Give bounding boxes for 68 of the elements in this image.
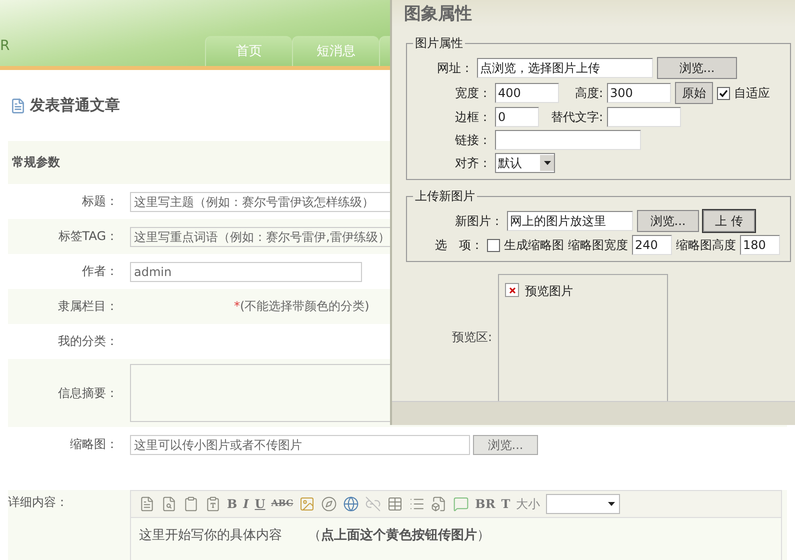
thumb-height-field[interactable]: 180 — [740, 235, 780, 255]
checkmark-icon — [719, 88, 728, 98]
field-label: 详细内容： — [8, 494, 69, 511]
browse-button[interactable]: 浏览... — [637, 210, 699, 232]
editor-content[interactable]: 这里开始写你的具体内容 （点上面这个黄色按钮传图片） — [131, 518, 781, 560]
align-select[interactable]: 默认 — [495, 153, 555, 173]
field-label: 隶属栏目： — [57, 298, 119, 315]
table-icon[interactable] — [387, 496, 404, 512]
original-size-button[interactable]: 原始 — [675, 82, 713, 104]
logo-text: R — [0, 37, 11, 54]
field-label: 标签TAG： — [57, 228, 119, 245]
width-field[interactable]: 400 — [495, 83, 559, 103]
dropdown-arrow-icon[interactable] — [608, 502, 616, 506]
line-break-button[interactable]: BR — [475, 497, 496, 511]
group-legend: 图片属性 — [413, 35, 465, 52]
template-icon[interactable] — [431, 496, 448, 512]
field-label: 对齐： — [454, 154, 491, 172]
preview-icon[interactable] — [161, 496, 177, 512]
browse-button[interactable]: 浏览... — [657, 57, 737, 79]
field-label: 预览区: — [452, 329, 492, 346]
underline-button[interactable]: U — [254, 497, 266, 511]
link-field[interactable] — [495, 130, 641, 150]
dropdown-arrow-icon[interactable] — [544, 161, 550, 165]
field-label: 网址： — [436, 60, 473, 76]
field-label: 新图片： — [454, 212, 503, 230]
height-field[interactable]: 300 — [607, 83, 671, 103]
size-label: 大小 — [516, 496, 540, 512]
border-field[interactable]: 0 — [495, 107, 539, 127]
field-label: 缩略图宽度 — [568, 236, 628, 254]
alt-text-field[interactable] — [607, 107, 681, 127]
field-label: 我的分类： — [57, 333, 119, 350]
checkbox-label: 自适应 — [734, 84, 770, 102]
paste-icon[interactable] — [205, 496, 221, 512]
clipboard-icon[interactable] — [183, 496, 199, 512]
field-label: 高度: — [574, 84, 603, 102]
field-label: 替代文字: — [550, 108, 603, 126]
text-field[interactable]: admin — [130, 262, 362, 282]
field-label: 宽度： — [454, 84, 491, 102]
url-field[interactable]: 点浏览，选择图片上传 — [477, 58, 653, 78]
preview-image-text: 预览图片 — [525, 283, 574, 300]
checkbox[interactable] — [487, 238, 500, 252]
image-icon[interactable] — [299, 496, 316, 512]
unlink-icon[interactable] — [365, 496, 382, 512]
checkbox-label: 生成缩略图 — [504, 236, 564, 254]
field-label: 缩略图高度 — [676, 236, 736, 254]
strikethrough-button[interactable]: ABC — [271, 499, 294, 509]
compass-icon[interactable] — [321, 496, 338, 512]
field-label: 边框： — [454, 108, 491, 126]
comment-icon[interactable] — [453, 496, 470, 512]
field-label: 标题： — [81, 193, 119, 210]
upload-button[interactable]: 上 传 — [703, 210, 755, 232]
field-label: 作者： — [81, 263, 119, 280]
text-color-button[interactable]: T — [501, 497, 510, 511]
broken-image-icon — [505, 283, 520, 297]
bold-button[interactable]: B — [227, 497, 238, 511]
category-note: *(不能选择带颜色的分类) — [234, 298, 370, 315]
link-icon[interactable] — [343, 496, 360, 512]
thumbnail-field[interactable]: 这里可以传小图片或者不传图片 — [130, 434, 470, 454]
field-label: 信息摘要： — [57, 384, 119, 402]
thumb-width-field[interactable]: 240 — [632, 235, 672, 255]
document-icon — [10, 98, 26, 114]
browse-button[interactable]: 浏览... — [473, 434, 538, 454]
checkbox[interactable] — [717, 86, 730, 100]
field-label: 缩略图： — [69, 436, 119, 453]
source-icon[interactable] — [139, 496, 155, 512]
page-title: 发表普通文章 — [30, 96, 120, 115]
new-image-field[interactable]: 网上的图片放这里 — [507, 211, 633, 231]
italic-button[interactable]: I — [243, 497, 249, 511]
